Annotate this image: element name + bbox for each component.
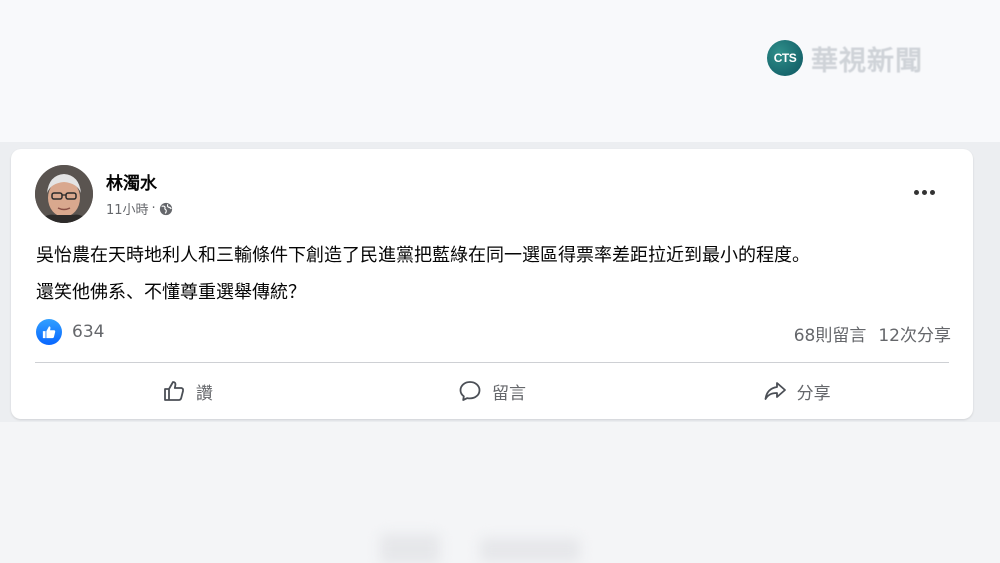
post-text-line: 還笑他佛系、不懂尊重選舉傳統？ [36,282,306,303]
avatar-photo [35,165,93,223]
post-time[interactable]: 11小時 [106,199,149,218]
comment-label: 留言 [492,383,526,404]
engagement-stats: 68則留言 12次分享 [794,321,951,346]
dot-icon [929,189,935,195]
post-text: 吳怡農在天時地利人和三輸條件下創造了民進黨把藍綠在同一選區得票率差距拉近到最小的… [36,237,966,311]
like-count: 634 [72,322,105,342]
cts-channel-name: 華視新聞 [811,45,923,77]
thumbs-up-icon [163,381,184,401]
globe-icon [159,202,172,215]
post-card: 林濁水 11小時 · 吳怡農在天時地利人和三輸條件下創造了民進黨把藍綠在同一選區… [11,149,973,419]
like-label: 讚 [195,383,213,404]
share-arrow-icon [764,382,786,400]
cts-logo: CTS [767,40,803,76]
share-count[interactable]: 12次分享 [878,321,951,346]
post-meta: 11小時 · [106,199,173,218]
blurred-shape [480,538,580,562]
channel-watermark: CTS 華視新聞 [767,40,923,77]
comment-count[interactable]: 68則留言 [794,321,867,346]
bottom-background [0,422,1000,563]
comment-icon [459,381,481,401]
avatar[interactable] [35,165,93,223]
share-label: 分享 [796,383,831,404]
post-text-line: 吳怡農在天時地利人和三輸條件下創造了民進黨把藍綠在同一選區得票率差距拉近到最小的… [36,245,810,266]
blurred-shape [380,534,440,563]
like-button[interactable]: 讚 [35,369,340,413]
comment-button[interactable]: 留言 [340,369,645,413]
reaction-summary[interactable]: 634 [36,319,104,345]
divider [35,362,949,363]
dot-icon [913,189,919,195]
share-button[interactable]: 分享 [644,369,949,413]
meta-separator: · [151,201,156,216]
thumbs-up-icon [42,326,56,339]
post-actions: 讚 留言 分享 [35,369,949,413]
dot-icon [921,189,927,195]
post-author[interactable]: 林濁水 [106,169,157,194]
like-reaction-icon [36,319,62,345]
more-options-button[interactable] [907,179,941,205]
